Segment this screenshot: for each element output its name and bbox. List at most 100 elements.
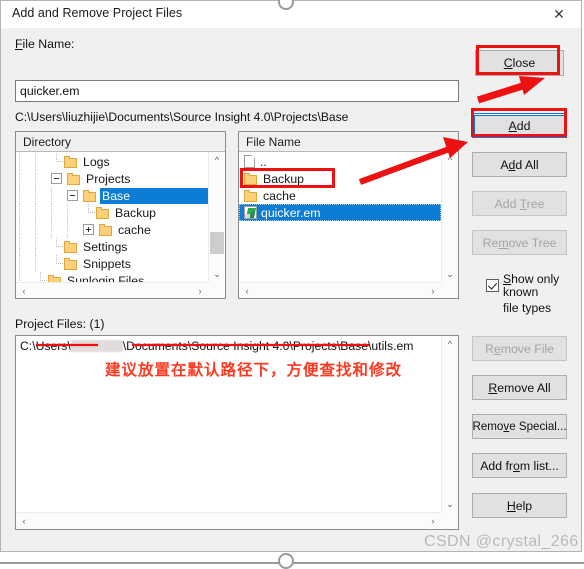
file-list-item-label: quicker.em (261, 205, 321, 220)
file-list-item-label: .. (260, 154, 267, 169)
add-remove-project-files-dialog: Add and Remove Project Files ✕ File Name… (0, 0, 582, 552)
show-only-known-label: Show only known file types (503, 272, 560, 315)
remove-all-button[interactable]: Remove All (472, 375, 567, 400)
tree-indent (16, 153, 51, 170)
folder-icon (83, 189, 97, 202)
directory-vertical-scrollbar[interactable]: ^ ⌄ (208, 152, 225, 282)
file-list-item[interactable]: .. (239, 153, 441, 170)
watermark-text: CSDN @crystal_266 (424, 533, 579, 550)
directory-tree-item-label: Logs (83, 154, 110, 169)
directory-scroll-left-icon[interactable]: ‹ (16, 283, 32, 298)
close-icon[interactable]: ✕ (537, 1, 581, 27)
directory-tree-item-label: Projects (86, 171, 131, 186)
directory-tree-item[interactable]: Snippets (16, 255, 208, 272)
file-list-horizontal-scrollbar[interactable]: ‹ › (239, 282, 441, 298)
directory-tree-item-label: Base (100, 187, 219, 204)
show-only-known-file-types-option[interactable]: Show only known file types (486, 272, 582, 315)
tree-connector (83, 204, 96, 221)
file-list-item-label: cache (263, 188, 296, 203)
directory-pane: Directory Logs Projects Base Backup cache Set… (15, 131, 226, 299)
file-list-scroll-corner (441, 282, 458, 298)
directory-tree-item[interactable]: Base (16, 187, 219, 204)
file-list-scroll-down-icon[interactable]: ⌄ (442, 266, 458, 282)
tree-connector (51, 255, 64, 272)
add-from-list-button[interactable]: Add from list... (472, 453, 567, 478)
directory-tree-item-label: Snippets (83, 256, 131, 271)
tree-indent (16, 187, 67, 204)
remove-tree-button: Remove Tree (472, 230, 567, 255)
directory-scroll-down-icon[interactable]: ⌄ (209, 266, 225, 282)
directory-tree-item[interactable]: Logs (16, 153, 208, 170)
file-list-item[interactable]: cache (239, 187, 441, 204)
project-files-entry[interactable]: C:\Users\ \Documents\Source Insight 4.0\P… (20, 339, 413, 353)
folder-icon (64, 155, 78, 168)
tree-connector (51, 238, 64, 255)
tree-indent (16, 204, 83, 221)
file-list-scroll-left-icon[interactable]: ‹ (239, 283, 255, 298)
project-files-scroll-right-icon[interactable]: › (425, 513, 441, 529)
add-button[interactable]: Add (472, 113, 567, 138)
folder-icon (64, 240, 78, 253)
project-files-label: Project Files: (1) (15, 317, 105, 331)
project-files-entry-prefix: C:\Users\ (20, 339, 71, 353)
project-files-scroll-up-icon[interactable]: ^ (442, 336, 458, 352)
file-list-item[interactable]: Backup (239, 170, 441, 187)
project-files-horizontal-scrollbar[interactable]: ‹ › (16, 512, 441, 529)
close-button[interactable]: Close (475, 50, 564, 76)
file-name-label: File Name: (15, 37, 75, 51)
project-files-vertical-scrollbar[interactable]: ^ ⌄ (441, 336, 458, 512)
file-list-pane: File Name .. Backup cache quicker.em ^ ⌄ ‹ … (238, 131, 459, 299)
dialog-body: File Name: C:\Users\liuzhijie\Documents\… (1, 28, 581, 551)
directory-pane-header: Directory (16, 132, 225, 152)
folder-icon (244, 189, 258, 202)
expand-plus-icon[interactable] (83, 224, 94, 235)
file-list-scroll-up-icon[interactable]: ^ (442, 152, 458, 168)
directory-horizontal-scrollbar[interactable]: ‹ › (16, 282, 208, 298)
add-all-button[interactable]: Add All (472, 152, 567, 177)
file-list-item[interactable]: quicker.em (239, 204, 441, 221)
directory-tree-item[interactable]: Settings (16, 238, 208, 255)
collapse-minus-icon[interactable] (67, 190, 78, 201)
redacted-username (70, 340, 123, 352)
document-icon (244, 155, 255, 168)
directory-scroll-up-icon[interactable]: ^ (209, 152, 225, 168)
directory-tree-item[interactable]: Projects (16, 170, 208, 187)
directory-tree-item-label: cache (118, 222, 151, 237)
help-button[interactable]: Help (472, 493, 567, 518)
directory-tree-item[interactable]: Backup (16, 204, 208, 221)
directory-tree[interactable]: Logs Projects Base Backup cache Settings Snipp… (16, 152, 225, 298)
tree-indent (16, 255, 51, 272)
page-bottom-handle[interactable] (278, 553, 294, 569)
folder-icon (96, 206, 110, 219)
file-list-vertical-scrollbar[interactable]: ^ ⌄ (441, 152, 458, 282)
folder-icon (67, 172, 81, 185)
annotation-chinese-note: 建议放置在默认路径下，方便查找和修改 (105, 361, 403, 379)
project-files-scroll-left-icon[interactable]: ‹ (16, 513, 32, 529)
remove-special-button[interactable]: Remove Special... (472, 414, 567, 439)
file-name-label-rest: ile Name: (22, 37, 75, 51)
folder-icon (244, 172, 258, 185)
directory-tree-item[interactable]: cache (16, 221, 208, 238)
tree-indent (16, 221, 83, 238)
project-files-scroll-down-icon[interactable]: ⌄ (442, 496, 458, 512)
project-files-scroll-corner (441, 512, 458, 529)
directory-scroll-thumb[interactable] (210, 232, 224, 254)
current-path-text: C:\Users\liuzhijie\Documents\Source Insi… (15, 110, 349, 124)
folder-icon (99, 223, 113, 236)
tree-indent (16, 170, 51, 187)
directory-tree-item-label: Settings (83, 239, 128, 254)
file-name-input[interactable] (15, 80, 459, 102)
dialog-title: Add and Remove Project Files (12, 6, 183, 20)
collapse-minus-icon[interactable] (51, 173, 62, 184)
file-list-item-label: Backup (263, 171, 305, 186)
project-files-entry-suffix: \Documents\Source Insight 4.0\Projects\B… (122, 339, 414, 353)
directory-scroll-right-icon[interactable]: › (192, 283, 208, 298)
file-list-pane-header: File Name (239, 132, 458, 152)
screenshot-root: Add and Remove Project Files ✕ File Name… (0, 0, 584, 569)
show-only-known-checkbox[interactable] (486, 279, 499, 292)
file-list-scroll-right-icon[interactable]: › (425, 283, 441, 298)
remove-file-button: Remove File (472, 336, 567, 361)
directory-tree-item-label: Backup (115, 205, 157, 220)
file-list[interactable]: .. Backup cache quicker.em ^ ⌄ ‹ › (239, 152, 458, 298)
tree-connector (51, 153, 64, 170)
